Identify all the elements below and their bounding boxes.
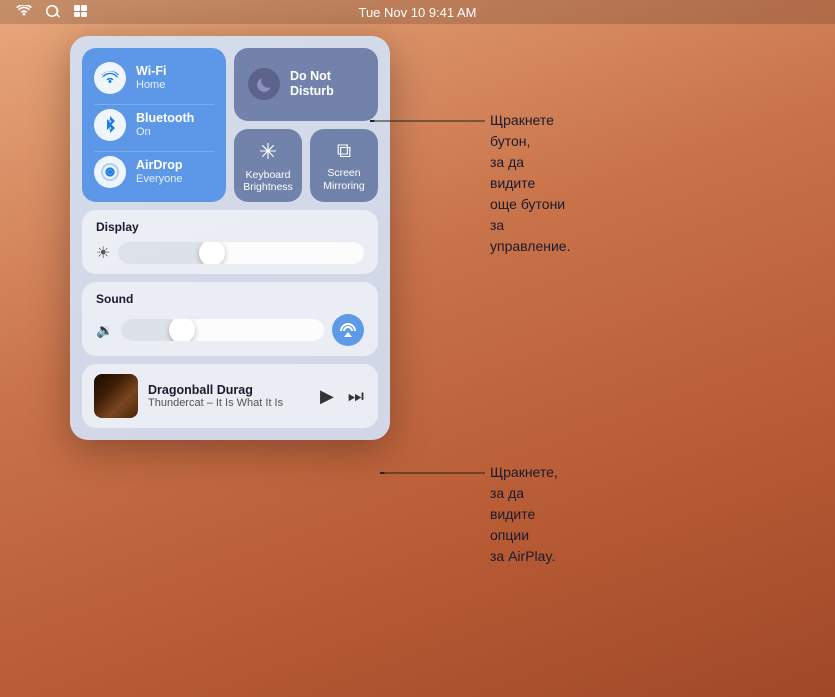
screen-mirroring-button[interactable]: ⧉ ScreenMirroring (310, 129, 378, 202)
wifi-name: Wi-Fi (136, 64, 166, 79)
network-group: Wi-Fi Home Bluetooth On (82, 48, 226, 202)
wifi-item[interactable]: Wi-Fi Home (94, 58, 214, 98)
airdrop-name: AirDrop (136, 158, 183, 173)
moon-icon (255, 75, 273, 93)
volume-icon: 🔉 (96, 322, 113, 339)
bluetooth-name: Bluetooth (136, 111, 194, 126)
wifi-icon-bg (94, 62, 126, 94)
right-col: Do NotDisturb ✳ KeyboardBrightness ⧉ Scr… (234, 48, 378, 202)
do-not-disturb-button[interactable]: Do NotDisturb (234, 48, 378, 121)
annotation-1-line (370, 120, 490, 122)
menu-bar-left (16, 5, 90, 19)
annotation-2-line (380, 472, 490, 474)
menubar-clock: Tue Nov 10 9:41 AM (358, 5, 476, 20)
wifi-text: Wi-Fi Home (136, 64, 166, 92)
now-playing-artist: Thundercat – It Is What It Is (148, 397, 308, 409)
display-label: Display (96, 220, 364, 234)
keyboard-brightness-button[interactable]: ✳ KeyboardBrightness (234, 129, 302, 202)
play-button[interactable]: ▶ (318, 384, 336, 409)
album-art (94, 374, 138, 418)
wifi-icon (101, 71, 119, 85)
control-center-menubar-icon[interactable] (74, 5, 90, 17)
annotation-1-text: Щракнете бутон, за да видите още бутони … (490, 110, 570, 257)
airdrop-text: AirDrop Everyone (136, 158, 183, 186)
wifi-menubar-icon[interactable] (16, 5, 32, 17)
bluetooth-item[interactable]: Bluetooth On (94, 104, 214, 145)
keyboard-brightness-label: KeyboardBrightness (243, 169, 293, 194)
top-grid: Wi-Fi Home Bluetooth On (82, 48, 378, 202)
album-art-image (94, 374, 138, 418)
dnd-icon (248, 68, 280, 100)
wifi-sub: Home (136, 79, 166, 92)
display-slider-track[interactable] (118, 242, 364, 264)
screen-mirroring-label: ScreenMirroring (323, 167, 364, 192)
sound-label: Sound (96, 292, 364, 306)
keyboard-brightness-icon: ✳ (259, 139, 277, 165)
skip-forward-button[interactable]: ⏭ (346, 384, 366, 409)
airplay-button[interactable] (332, 314, 364, 346)
bluetooth-sub: On (136, 126, 194, 139)
now-playing-title: Dragonball Durag (148, 383, 308, 397)
bluetooth-text: Bluetooth On (136, 111, 194, 139)
bluetooth-icon (103, 116, 117, 134)
now-playing-section: Dragonball Durag Thundercat – It Is What… (82, 364, 378, 428)
sound-slider-thumb[interactable] (169, 319, 195, 341)
control-center-panel: Wi-Fi Home Bluetooth On (70, 36, 390, 440)
now-playing-info: Dragonball Durag Thundercat – It Is What… (148, 383, 308, 409)
display-slider-thumb[interactable] (199, 242, 225, 264)
bluetooth-icon-bg (94, 109, 126, 141)
menu-bar: Tue Nov 10 9:41 AM (0, 0, 835, 24)
airdrop-icon-bg (94, 156, 126, 188)
screen-mirroring-icon: ⧉ (337, 140, 351, 163)
airdrop-item[interactable]: AirDrop Everyone (94, 151, 214, 192)
airdrop-sub: Everyone (136, 173, 183, 186)
small-buttons-row: ✳ KeyboardBrightness ⧉ ScreenMirroring (234, 129, 378, 202)
dnd-label: Do NotDisturb (290, 69, 334, 99)
sound-section: Sound 🔉 (82, 282, 378, 356)
sound-slider-track[interactable] (121, 319, 324, 341)
search-menubar-icon[interactable] (46, 5, 60, 19)
playback-controls: ▶ ⏭ (318, 384, 366, 409)
sound-slider-row: 🔉 (96, 314, 364, 346)
display-section: Display ☀ (82, 210, 378, 274)
display-slider-row: ☀ (96, 242, 364, 264)
airdrop-icon (101, 163, 119, 181)
annotation-2-text: Щракнете, за да видите опции за AirPlay. (490, 462, 558, 567)
airplay-icon (340, 323, 356, 337)
brightness-icon: ☀ (96, 243, 110, 263)
